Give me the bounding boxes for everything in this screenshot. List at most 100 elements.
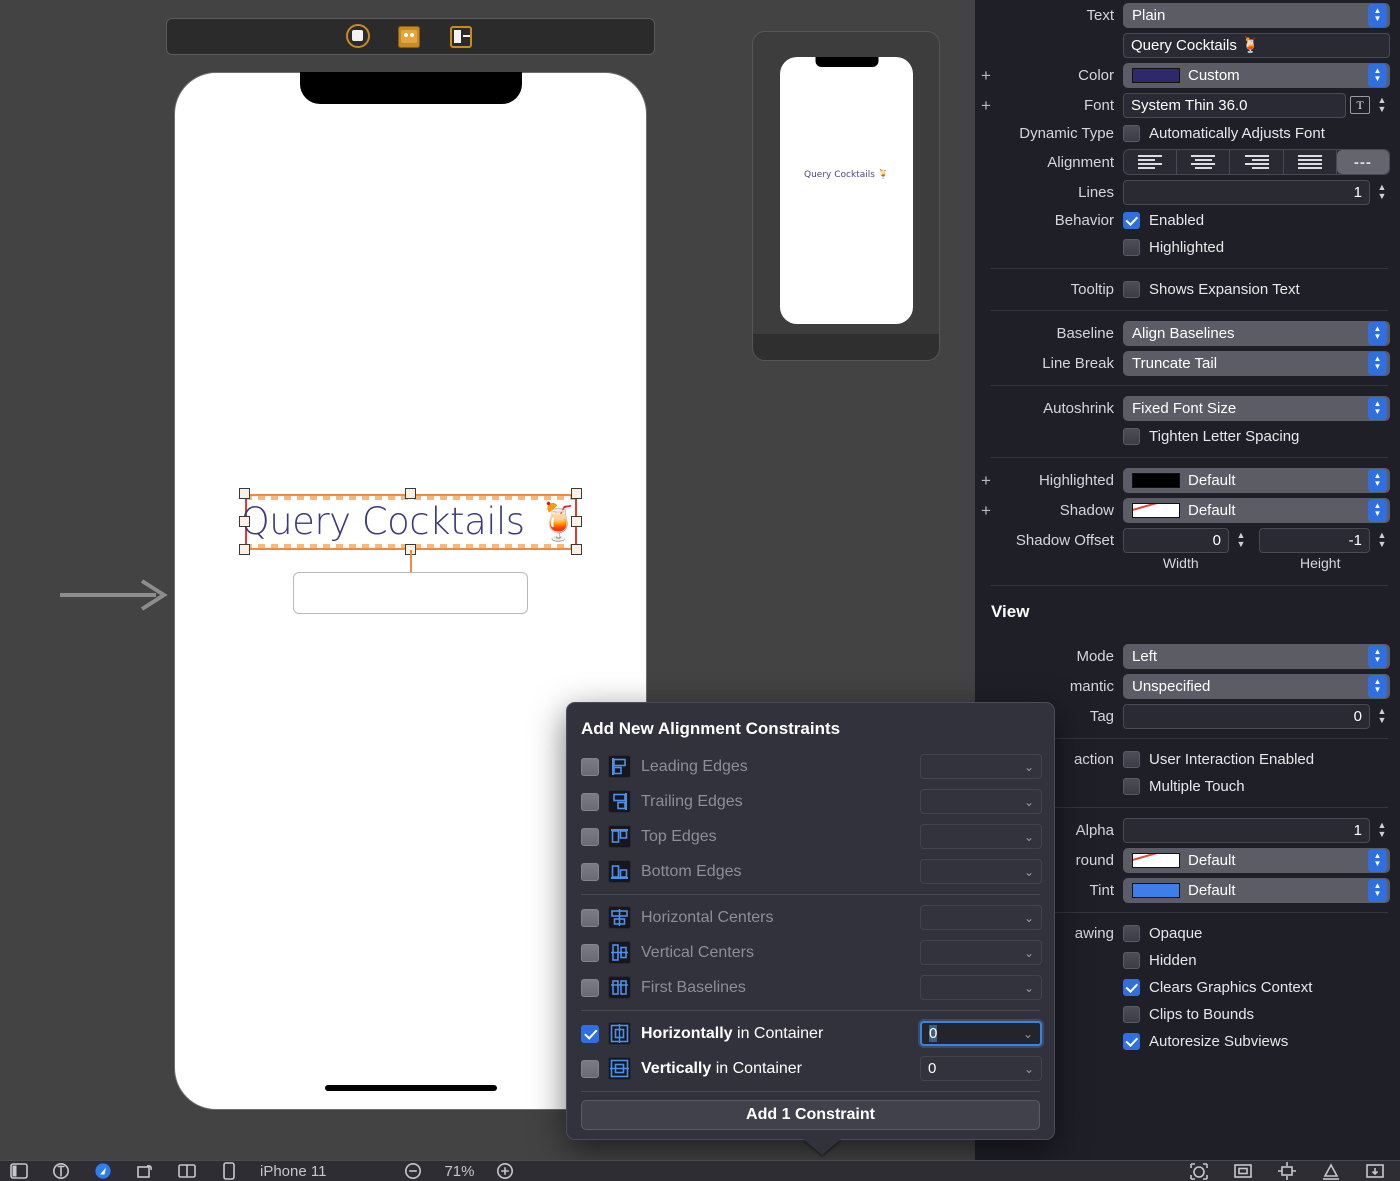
highlighted-color-popup[interactable]: Default ▲ ▼ [1123, 467, 1390, 493]
row-tighten[interactable]: Tighten Letter Spacing [975, 423, 1400, 450]
resize-handle-bottom-left[interactable] [239, 544, 250, 555]
row-shadow-offset[interactable]: Shadow Offset 0 ▲ ▼ -1 ▲ ▼ [975, 525, 1400, 555]
color-swatch[interactable] [1132, 67, 1180, 83]
chevron-updown-icon[interactable]: ▲ ▼ [1368, 498, 1387, 522]
resolve-issues-icon[interactable] [1320, 1160, 1342, 1181]
font-picker-icon[interactable]: T [1350, 96, 1370, 114]
first-baselines-checkbox[interactable] [581, 978, 599, 997]
view-controller-icon[interactable] [345, 23, 372, 50]
align-left-button[interactable] [1124, 150, 1178, 174]
row-alignment[interactable]: Alignment --- [975, 147, 1400, 177]
font-stepper[interactable]: ▲ ▼ [1374, 93, 1390, 118]
line-break-popup[interactable]: Truncate Tail ▲ ▼ [1123, 350, 1390, 376]
zoom-out-icon[interactable] [402, 1160, 424, 1181]
alignment-row-horizontal-centers[interactable]: Horizontal Centers ⌄ [567, 900, 1054, 935]
chevron-down-icon[interactable]: ⌄ [1023, 1027, 1033, 1041]
alignment-row-first-baselines[interactable]: First Baselines ⌄ [567, 970, 1054, 1005]
clears-graphics-context-checkbox[interactable] [1123, 979, 1140, 996]
add-constraint-button[interactable]: Add 1 Constraint [581, 1100, 1040, 1130]
align-justified-button[interactable] [1284, 150, 1337, 174]
add-alignment-constraints-popover[interactable]: Add New Alignment Constraints Leading Ed… [566, 702, 1055, 1140]
add-shadow-variation-button[interactable]: + [975, 502, 997, 519]
alpha-stepper[interactable]: ▲ ▼ [1374, 818, 1390, 843]
chevron-updown-icon[interactable]: ▲ ▼ [1368, 3, 1387, 27]
row-font[interactable]: + Font System Thin 36.0 T ▲ ▼ [975, 90, 1400, 120]
semantic-popup[interactable]: Unspecified ▲ ▼ [1123, 673, 1390, 699]
alignment-row-leading-edges[interactable]: Leading Edges ⌄ [567, 749, 1054, 784]
canvas-bottom-bar[interactable]: iPhone 11 71% [0, 1160, 1400, 1181]
text-style-popup[interactable]: Plain ▲ ▼ [1123, 2, 1390, 28]
device-icon[interactable] [218, 1160, 240, 1181]
shadow-color-swatch[interactable] [1132, 502, 1180, 518]
multiple-touch-checkbox[interactable] [1123, 778, 1140, 795]
label-text-input[interactable]: Query Cocktails 🍹 [1123, 32, 1390, 58]
opaque-checkbox[interactable] [1123, 925, 1140, 942]
top-edges-checkbox[interactable] [581, 827, 599, 846]
row-tooltip[interactable]: Tooltip Shows Expansion Text [975, 276, 1400, 303]
resize-handle-middle-right[interactable] [571, 516, 582, 527]
alignment-segmented-control[interactable]: --- [1123, 149, 1390, 175]
row-color[interactable]: + Color Custom ▲ ▼ [975, 60, 1400, 90]
zoom-in-icon[interactable] [494, 1160, 516, 1181]
rotate-icon[interactable] [134, 1160, 156, 1181]
align-right-button[interactable] [1230, 150, 1284, 174]
row-behavior-enabled[interactable]: Behavior Enabled [975, 207, 1400, 234]
automatically-adjusts-font-checkbox[interactable] [1123, 125, 1140, 142]
document-outline-icon[interactable] [8, 1160, 30, 1181]
row-behavior-highlighted[interactable]: Highlighted [975, 234, 1400, 261]
add-constraint-icon[interactable] [50, 1160, 72, 1181]
chevron-updown-icon[interactable]: ▲ ▼ [1368, 848, 1387, 872]
chevron-down-icon[interactable]: ⌄ [1024, 1062, 1034, 1076]
background-color-popup[interactable]: Default ▲ ▼ [1123, 847, 1390, 873]
user-interaction-enabled-checkbox[interactable] [1123, 751, 1140, 768]
selected-label[interactable]: Query Cocktails 🍹 [239, 488, 582, 584]
add-highlighted-variation-button[interactable]: + [975, 472, 997, 489]
horizontally-in-container-checkbox[interactable] [581, 1024, 599, 1043]
lines-input[interactable]: 1 [1123, 179, 1370, 205]
tighten-letter-spacing-checkbox[interactable] [1123, 428, 1140, 445]
lines-stepper[interactable]: ▲ ▼ [1374, 180, 1390, 205]
alpha-input[interactable]: 1 [1123, 817, 1370, 843]
alignment-row-vertically-in-container[interactable]: Vertically in Container 0 ⌄ [567, 1051, 1054, 1086]
horizontally-in-container-value-dropdown[interactable]: 0 ⌄ [920, 1021, 1042, 1046]
resize-handle-middle-left[interactable] [239, 516, 250, 527]
chevron-updown-icon[interactable]: ▲ ▼ [1368, 674, 1387, 698]
clips-to-bounds-checkbox[interactable] [1123, 1006, 1140, 1023]
row-baseline[interactable]: Baseline Align Baselines ▲ ▼ [975, 318, 1400, 348]
chevron-updown-icon[interactable]: ▲ ▼ [1368, 63, 1387, 87]
vertically-in-container-checkbox[interactable] [581, 1059, 599, 1078]
row-semantic[interactable]: mantic Unspecified ▲ ▼ [975, 671, 1400, 701]
row-lines[interactable]: Lines 1 ▲ ▼ [975, 177, 1400, 207]
enabled-checkbox[interactable] [1123, 212, 1140, 229]
exit-icon[interactable] [449, 24, 476, 50]
row-dynamic-type[interactable]: Dynamic Type Automatically Adjusts Font [975, 120, 1400, 147]
split-view-icon[interactable] [176, 1160, 198, 1181]
first-responder-icon[interactable] [397, 24, 424, 50]
background-color-swatch[interactable] [1132, 852, 1180, 868]
shadow-offset-height-stepper[interactable]: ▲ ▼ [1374, 528, 1390, 553]
shows-expansion-text-checkbox[interactable] [1123, 281, 1140, 298]
tint-color-swatch[interactable] [1132, 882, 1180, 898]
alignment-row-bottom-edges[interactable]: Bottom Edges ⌄ [567, 854, 1054, 889]
resize-handle-bottom-right[interactable] [571, 544, 582, 555]
chevron-updown-icon[interactable]: ▲ ▼ [1368, 468, 1387, 492]
scene-dock[interactable] [166, 18, 655, 55]
update-frames-icon[interactable] [1188, 1160, 1210, 1181]
chevron-updown-icon[interactable]: ▲ ▼ [1368, 351, 1387, 375]
color-popup[interactable]: Custom ▲ ▼ [1123, 62, 1390, 88]
trailing-edges-checkbox[interactable] [581, 792, 599, 811]
tag-stepper[interactable]: ▲ ▼ [1374, 704, 1390, 729]
alignment-row-horizontally-in-container[interactable]: Horizontally in Container 0 ⌄ [567, 1016, 1054, 1051]
vertically-in-container-value-dropdown[interactable]: 0 ⌄ [920, 1056, 1042, 1081]
assistant-icon[interactable] [92, 1160, 114, 1181]
row-shadow-color[interactable]: + Shadow Default ▲ ▼ [975, 495, 1400, 525]
autoshrink-popup[interactable]: Fixed Font Size ▲ ▼ [1123, 395, 1390, 421]
bottom-edges-checkbox[interactable] [581, 862, 599, 881]
tag-input[interactable]: 0 [1123, 703, 1370, 729]
canvas-text-field[interactable] [293, 572, 528, 614]
alignment-row-trailing-edges[interactable]: Trailing Edges ⌄ [567, 784, 1054, 819]
resize-handle-top-right[interactable] [571, 488, 582, 499]
resize-handle-top-left[interactable] [239, 488, 250, 499]
autolayout-toolbar[interactable] [1188, 1160, 1400, 1181]
add-color-variation-button[interactable]: + [975, 67, 997, 84]
